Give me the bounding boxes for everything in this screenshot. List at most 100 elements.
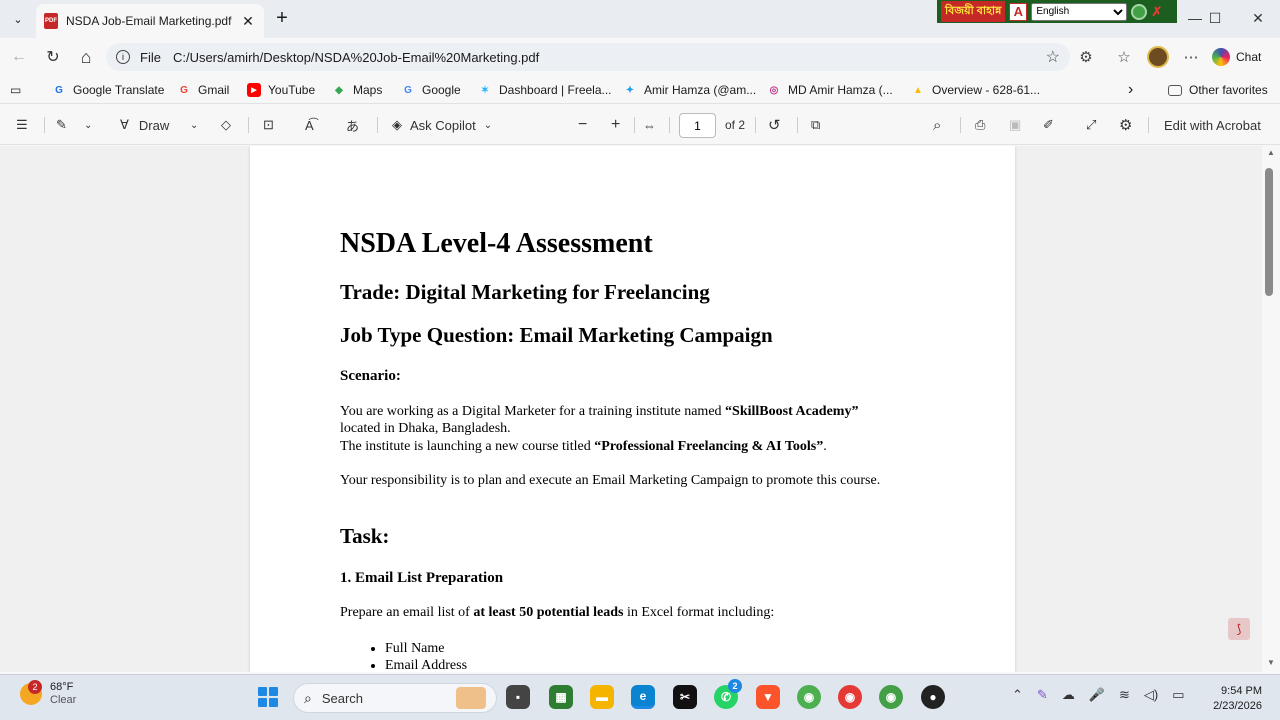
task-view-icon[interactable]: ▪ (506, 685, 530, 709)
extensions-icon[interactable]: ⚙ (1073, 45, 1099, 69)
other-favorites[interactable]: Other favorites (1168, 80, 1268, 100)
start-windows-icon[interactable] (258, 687, 278, 707)
bookmark-gmail[interactable]: G Gmail (177, 80, 229, 100)
page-number-input[interactable] (679, 113, 716, 138)
chrome-profile-3-icon[interactable]: ◉ (879, 685, 903, 709)
pdf-viewer[interactable]: NSDA Level-4 Assessment Trade: Digital M… (0, 146, 1262, 672)
fit-page-icon[interactable]: ⇔ (643, 114, 656, 136)
separator (755, 117, 756, 133)
close-window-button[interactable]: ✕ (1238, 6, 1278, 30)
search-icon: ⌕ (304, 689, 312, 706)
whatsapp-icon[interactable]: ✆ 2 (714, 679, 742, 709)
bookmark-label: Overview - 628-61... (932, 83, 1041, 97)
bookmark-instagram[interactable]: ◎ MD Amir Hamza (... (767, 80, 893, 100)
draw-chevron-down-icon[interactable]: ⌄ (190, 114, 198, 136)
chrome-profile-2-icon[interactable]: ◉ (838, 685, 862, 709)
ime-status-icon[interactable] (1131, 3, 1148, 20)
draw-button[interactable]: ∀ Draw (120, 114, 169, 136)
bookmark-dashboard[interactable]: ✶ Dashboard | Freela... (478, 80, 612, 100)
tray-overflow-chevron-up-icon[interactable]: ⌃ (1012, 687, 1023, 703)
profile-avatar[interactable] (1147, 46, 1169, 68)
bookmark-google-ads[interactable]: ▲ Overview - 628-61... (911, 80, 1040, 100)
separator (44, 117, 45, 133)
save-as-icon[interactable]: ✐ (1043, 114, 1054, 136)
bookmark-label: Google (422, 83, 461, 97)
pdf-page: NSDA Level-4 Assessment Trade: Digital M… (250, 146, 1015, 672)
other-favorites-label: Other favorites (1189, 83, 1268, 97)
favorite-star-icon[interactable]: ☆ (1046, 47, 1060, 67)
list-item: Email Address (385, 657, 467, 672)
maximize-button[interactable]: ☐ (1195, 6, 1235, 30)
battery-icon[interactable]: ▭ (1172, 687, 1184, 703)
back-button[interactable]: ← (2, 42, 36, 72)
text-run: . (823, 439, 827, 454)
capcut-icon[interactable]: ✂ (673, 685, 697, 709)
google-ads-icon: ▲ (913, 84, 923, 96)
file-explorer-icon[interactable]: ▬ (590, 685, 614, 709)
settings-gear-icon[interactable]: ⚙ (1119, 114, 1132, 136)
new-tab-button[interactable]: + (272, 8, 292, 28)
url-text[interactable]: C:/Users/amirh/Desktop/NSDA%20Job-Email%… (173, 50, 1046, 65)
widgets-icon[interactable]: ▦ (549, 685, 573, 709)
scroll-down-arrow-icon[interactable]: ▼ (1267, 658, 1275, 667)
onedrive-cloud-icon[interactable]: ☁ (1062, 687, 1075, 703)
edit-with-acrobat-button[interactable]: Edit with Acrobat (1164, 114, 1261, 136)
more-menu-icon[interactable]: ⋯ (1178, 45, 1204, 69)
obs-recording-icon[interactable]: ● (921, 685, 945, 709)
copilot-outline-icon: ◈ (392, 117, 402, 132)
taskbar-search[interactable]: ⌕ Search (293, 683, 497, 713)
zoom-out-button[interactable]: − (578, 114, 587, 136)
wifi-icon[interactable]: ≋ (1119, 687, 1130, 703)
translate-icon[interactable]: あ (346, 114, 359, 136)
trade-heading: Trade: Digital Marketing for Freelancing (340, 280, 710, 304)
print-icon[interactable]: ⎙ (975, 114, 985, 136)
zoom-in-button[interactable]: + (611, 114, 620, 136)
fullscreen-icon[interactable]: ⤢ (1086, 114, 1096, 136)
favorites-icon[interactable]: ☆ (1111, 45, 1137, 69)
bookmark-google-translate[interactable]: G Google Translate (52, 80, 164, 100)
bookmark-google[interactable]: G Google (401, 80, 461, 100)
highlight-chevron-down-icon[interactable]: ⌄ (84, 114, 92, 136)
ask-copilot-button[interactable]: ◈ Ask Copilot ⌄ (392, 114, 492, 136)
tab-list-chevron-down-icon[interactable]: ⌄ (8, 10, 28, 28)
weather-widget[interactable]: 2 68°F Clear (20, 680, 76, 707)
ime-close-icon[interactable]: ✗ (1151, 4, 1162, 20)
clock[interactable]: 9:54 PM 2/23/2026 (1208, 684, 1262, 714)
bookmark-twitter[interactable]: ✦ Amir Hamza (@am... (623, 80, 756, 100)
chrome-profile-1-icon[interactable]: ◉ (797, 685, 821, 709)
pen-icon[interactable]: ✎ (1037, 687, 1048, 703)
edge-browser-icon[interactable]: e (631, 685, 655, 709)
brave-browser-icon[interactable]: ▼ (756, 685, 780, 709)
scroll-up-arrow-icon[interactable]: ▲ (1267, 148, 1275, 157)
home-button[interactable]: ⌂ (69, 42, 103, 72)
volume-icon[interactable]: ◁) (1144, 687, 1158, 703)
sidebar-toggle-icon[interactable]: ▭ (10, 80, 21, 100)
bookmark-youtube[interactable]: ▶ YouTube (247, 80, 315, 100)
refresh-button[interactable]: ↻ (36, 42, 70, 72)
page-view-icon[interactable]: ⧉ (811, 114, 820, 136)
address-bar[interactable]: i File C:/Users/amirh/Desktop/NSDA%20Job… (106, 43, 1070, 71)
active-tab[interactable]: PDF NSDA Job-Email Marketing.pdf ✕ (36, 4, 264, 38)
chat-label: Chat (1236, 50, 1262, 64)
bookmarks-more-chevron-right-icon[interactable]: › (1128, 80, 1133, 100)
info-icon[interactable]: i (116, 50, 130, 64)
chat-button[interactable]: Chat (1212, 46, 1261, 68)
bookmark-maps[interactable]: ◆ Maps (332, 80, 382, 100)
scrollbar-thumb[interactable] (1265, 168, 1273, 296)
ime-logo-icon[interactable]: A (1009, 2, 1028, 21)
gmail-icon: G (180, 84, 188, 96)
bangla-ime-label[interactable]: বিজয়ী বাহান্ন (941, 1, 1006, 22)
read-aloud-icon[interactable]: A͡ (305, 114, 314, 136)
highlight-icon[interactable]: ✎ (56, 114, 67, 136)
erase-icon[interactable]: ◇ (221, 114, 231, 136)
ime-language-select[interactable]: English (1031, 2, 1128, 21)
microphone-icon[interactable]: 🎤 (1089, 687, 1105, 703)
rotate-icon[interactable]: ↺ (768, 114, 781, 136)
close-tab-icon[interactable]: ✕ (240, 13, 256, 30)
acrobat-icon[interactable]: ⟆ (1228, 618, 1250, 640)
add-text-icon[interactable]: ⊡ (263, 114, 274, 136)
save-icon[interactable]: ▣ (1009, 114, 1021, 136)
search-icon[interactable]: ⌕ (933, 114, 941, 136)
contents-list-icon[interactable]: ☰ (16, 114, 28, 136)
separator (634, 117, 635, 133)
